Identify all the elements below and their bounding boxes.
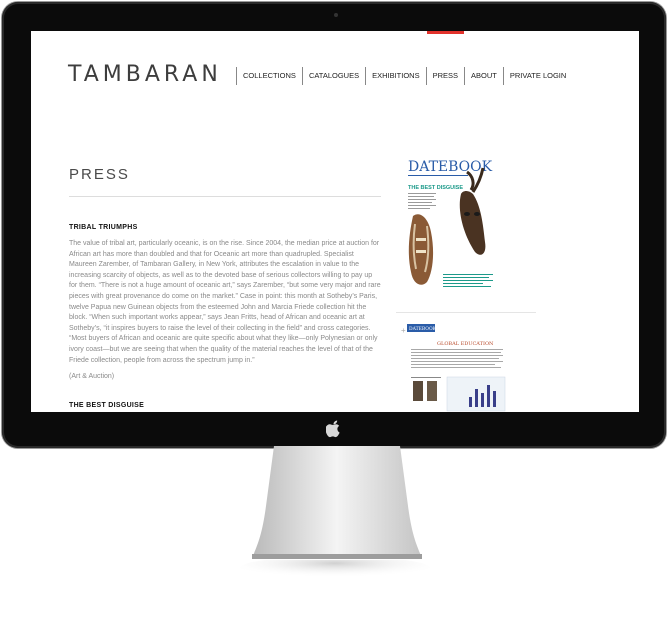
datebook-masthead: DATEBOOK [408, 159, 493, 175]
press-clipping-datebook[interactable]: DATEBOOK THE BEST DISGUISE [401, 154, 501, 302]
article-tribal-triumphs: TRIBAL TRIUMPHS The value of tribal art,… [69, 224, 381, 380]
nav-catalogues[interactable]: CATALOGUES [301, 67, 365, 85]
main-nav: COLLECTIONS CATALOGUES EXHIBITIONS PRESS… [236, 31, 572, 85]
title-divider [69, 196, 381, 197]
screen: TAMBARAN COLLECTIONS CATALOGUES EXHIBITI… [31, 31, 639, 412]
site-logo[interactable]: TAMBARAN [68, 62, 222, 87]
clipping-page-image: + DATEBOOK GLOBAL EDUCATION [401, 324, 506, 412]
article-source: (Art & Auction) [69, 373, 115, 381]
press-clipping-global-education[interactable]: + DATEBOOK GLOBAL EDUCATION [401, 321, 511, 412]
nav-collections[interactable]: COLLECTIONS [236, 67, 302, 85]
nav-about[interactable]: ABOUT [464, 67, 503, 85]
apple-logo-icon [326, 420, 340, 438]
nav-press-label: PRESS [432, 71, 459, 80]
datebook-headline: THE BEST DISGUISE [408, 185, 463, 191]
datebook-page-image: DATEBOOK THE BEST DISGUISE [408, 159, 493, 287]
thumbnail-divider [396, 312, 536, 313]
article-best-disguise: THE BEST DISGUISE [69, 402, 381, 409]
stand-shadow [240, 560, 430, 580]
nav-press[interactable]: PRESS [425, 31, 465, 85]
page-title: PRESS [69, 166, 130, 183]
article-heading: THE BEST DISGUISE [69, 402, 145, 409]
active-indicator [426, 31, 465, 34]
article-body: The value of tribal art, particularly oc… [69, 240, 381, 364]
nav-private-login[interactable]: PRIVATE LOGIN [502, 67, 572, 85]
expand-icon: + [401, 326, 406, 335]
camera-dot [334, 13, 338, 17]
nav-exhibitions[interactable]: EXHIBITIONS [365, 67, 426, 85]
clipping-badge: DATEBOOK [409, 326, 437, 332]
clipping-headline: GLOBAL EDUCATION [437, 341, 494, 347]
article-heading: TRIBAL TRIUMPHS [69, 224, 138, 231]
monitor-stand [252, 446, 422, 559]
